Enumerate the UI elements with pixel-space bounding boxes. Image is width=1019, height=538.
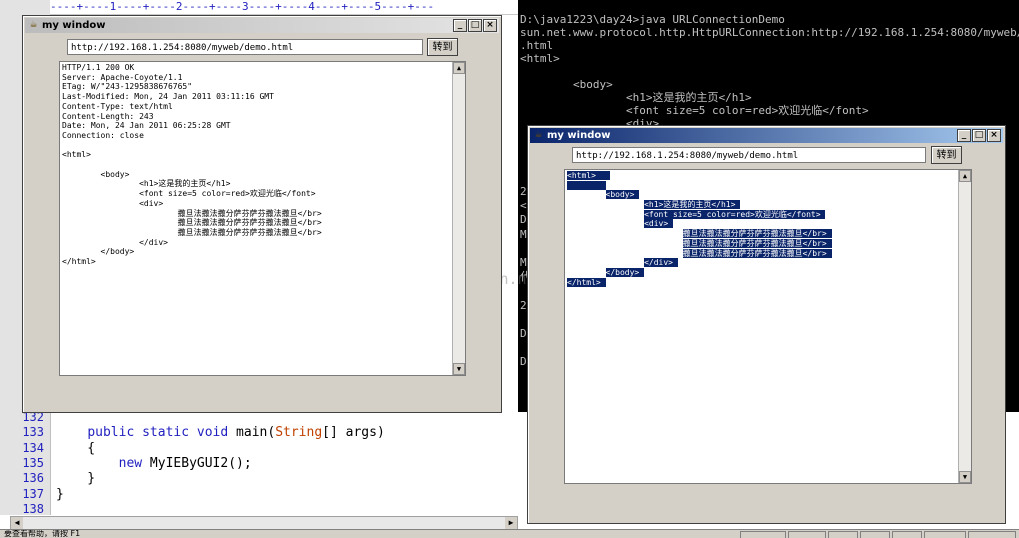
selected-line: 撒旦法撒法撒分萨芬萨芬撒法撒旦</br> <box>567 238 969 249</box>
scroll-down-icon[interactable]: ▼ <box>959 471 971 483</box>
window-2-title: my window <box>547 130 611 141</box>
code-line: { <box>56 440 96 456</box>
selected-line: </div> <box>567 258 969 268</box>
scroll-down-icon[interactable]: ▼ <box>453 363 465 375</box>
console-partial-glyph: < <box>520 199 527 213</box>
window-2-titlebar[interactable]: ☕ my window _ □ × <box>530 128 1003 143</box>
selected-line: 撒旦法撒法撒分萨芬萨芬撒法撒旦</br> <box>567 248 969 259</box>
console-line: <body> <box>520 78 613 91</box>
selected-text: <body> <box>605 190 640 200</box>
java-cup-icon: ☕ <box>534 130 543 140</box>
selected-text: <h1>这是我的主页</h1> <box>644 200 741 210</box>
code-line: new MyIEByGUI2(); <box>118 455 252 471</box>
content-textarea[interactable]: HTTP/1.1 200 OK Server: Apache-Coyote/1.… <box>59 61 466 376</box>
console-partial-glyph: 2 <box>520 185 527 198</box>
code-line: } <box>56 486 64 502</box>
line-number: 133 <box>22 425 44 440</box>
url-input[interactable]: http://192.168.1.254:8080/myweb/demo.htm… <box>67 39 423 55</box>
console-line: D:\java1223\day24>java URLConnectionDemo <box>520 13 785 26</box>
selected-text: <div> <box>644 219 673 229</box>
maximize-button[interactable]: □ <box>972 129 986 142</box>
my-window-2[interactable]: ☕ my window _ □ × http://192.168.1.254:808… <box>527 125 1006 524</box>
maximize-button[interactable]: □ <box>468 19 482 32</box>
selected-text: 撒旦法撒法撒分萨芬萨芬撒法撒旦</br> <box>682 248 832 258</box>
column-ruler: ----+----1----+----2----+----3----+----4… <box>50 0 520 15</box>
selected-text: </html> <box>567 277 606 287</box>
code-line: } <box>56 471 96 487</box>
scroll-right-icon[interactable]: ▶ <box>505 517 517 529</box>
line-number: 135 <box>22 455 44 470</box>
window-1-titlebar[interactable]: ☕ my window _ □ × <box>25 18 499 33</box>
selected-text: 撒旦法撒法撒分萨芬萨芬撒法撒旦</br> <box>682 238 832 248</box>
minimize-button[interactable]: _ <box>453 19 467 32</box>
scroll-up-icon[interactable]: ▲ <box>453 62 465 74</box>
line-number: 138 <box>22 501 44 516</box>
selected-line: <div> <box>567 219 969 229</box>
console-line: <h1>这是我的主页</h1> <box>520 91 752 104</box>
selected-text <box>567 180 606 190</box>
content-textarea[interactable]: <html> <body> <h1>这是我的主页</h1> <font size… <box>564 169 972 484</box>
console-partial-glyph: 2 <box>520 298 527 312</box>
line-number: 137 <box>22 486 44 501</box>
response-text: HTTP/1.1 200 OK Server: Apache-Coyote/1.… <box>62 63 322 267</box>
console-line: sun.net.www.protocol.http.HttpURLConnect… <box>520 26 1019 39</box>
scroll-up-icon[interactable]: ▲ <box>959 170 971 182</box>
selected-line <box>567 180 969 191</box>
selected-line: 撒旦法撒法撒分萨芬萨芬撒法撒旦</br> <box>567 229 969 239</box>
selected-text: <font size=5 color=red>欢迎光临</font> <box>644 209 826 219</box>
editor-horizontal-scrollbar[interactable]: ◀ ▶ <box>10 516 518 530</box>
vertical-scrollbar[interactable]: ▲ ▼ <box>452 62 465 375</box>
console-partial-glyph: D <box>520 213 527 227</box>
selected-text: </body> <box>605 267 645 277</box>
console-line: <font size=5 color=red>欢迎光临</font> <box>520 104 869 117</box>
console-line: .html <box>520 39 554 52</box>
console-partial-glyph: M <box>520 227 527 241</box>
selected-line: </html> <box>567 277 969 288</box>
minimize-button[interactable]: _ <box>957 129 971 142</box>
go-button[interactable]: 转到 <box>427 38 458 56</box>
go-button[interactable]: 转到 <box>931 146 962 164</box>
close-button[interactable]: × <box>483 19 497 32</box>
console-line: <html> <box>520 52 560 65</box>
close-button[interactable]: × <box>987 129 1001 142</box>
code-line: public static void main(String[] args) <box>87 425 385 441</box>
selected-text: <html> <box>567 171 611 180</box>
selected-line: <font size=5 color=red>欢迎光临</font> <box>567 209 969 220</box>
vertical-scrollbar[interactable]: ▲ ▼ <box>958 170 971 483</box>
window-1-title: my window <box>42 20 106 31</box>
selected-line: <html> <box>567 171 969 181</box>
scroll-left-icon[interactable]: ◀ <box>11 517 23 529</box>
selected-line: <body> <box>567 190 969 200</box>
selected-html-text: <html> <body> <h1>这是我的主页</h1> <font size… <box>565 170 971 288</box>
selected-line: </body> <box>567 267 969 278</box>
selected-text: </div> <box>644 258 678 268</box>
console-partial-glyph: D <box>520 355 527 369</box>
console-partial-glyph: D <box>520 327 527 340</box>
console-partial-glyph: M <box>520 256 527 269</box>
line-number: 134 <box>22 440 44 455</box>
selected-line: <h1>这是我的主页</h1> <box>567 200 969 210</box>
my-window-1[interactable]: ☕ my window _ □ × http://192.168.1.254:808… <box>22 15 502 413</box>
java-cup-icon: ☕ <box>29 20 38 30</box>
url-input[interactable]: http://192.168.1.254:8080/myweb/demo.htm… <box>572 147 926 163</box>
selected-text: 撒旦法撒法撒分萨芬萨芬撒法撒旦</br> <box>682 229 832 239</box>
line-number: 136 <box>22 471 44 486</box>
